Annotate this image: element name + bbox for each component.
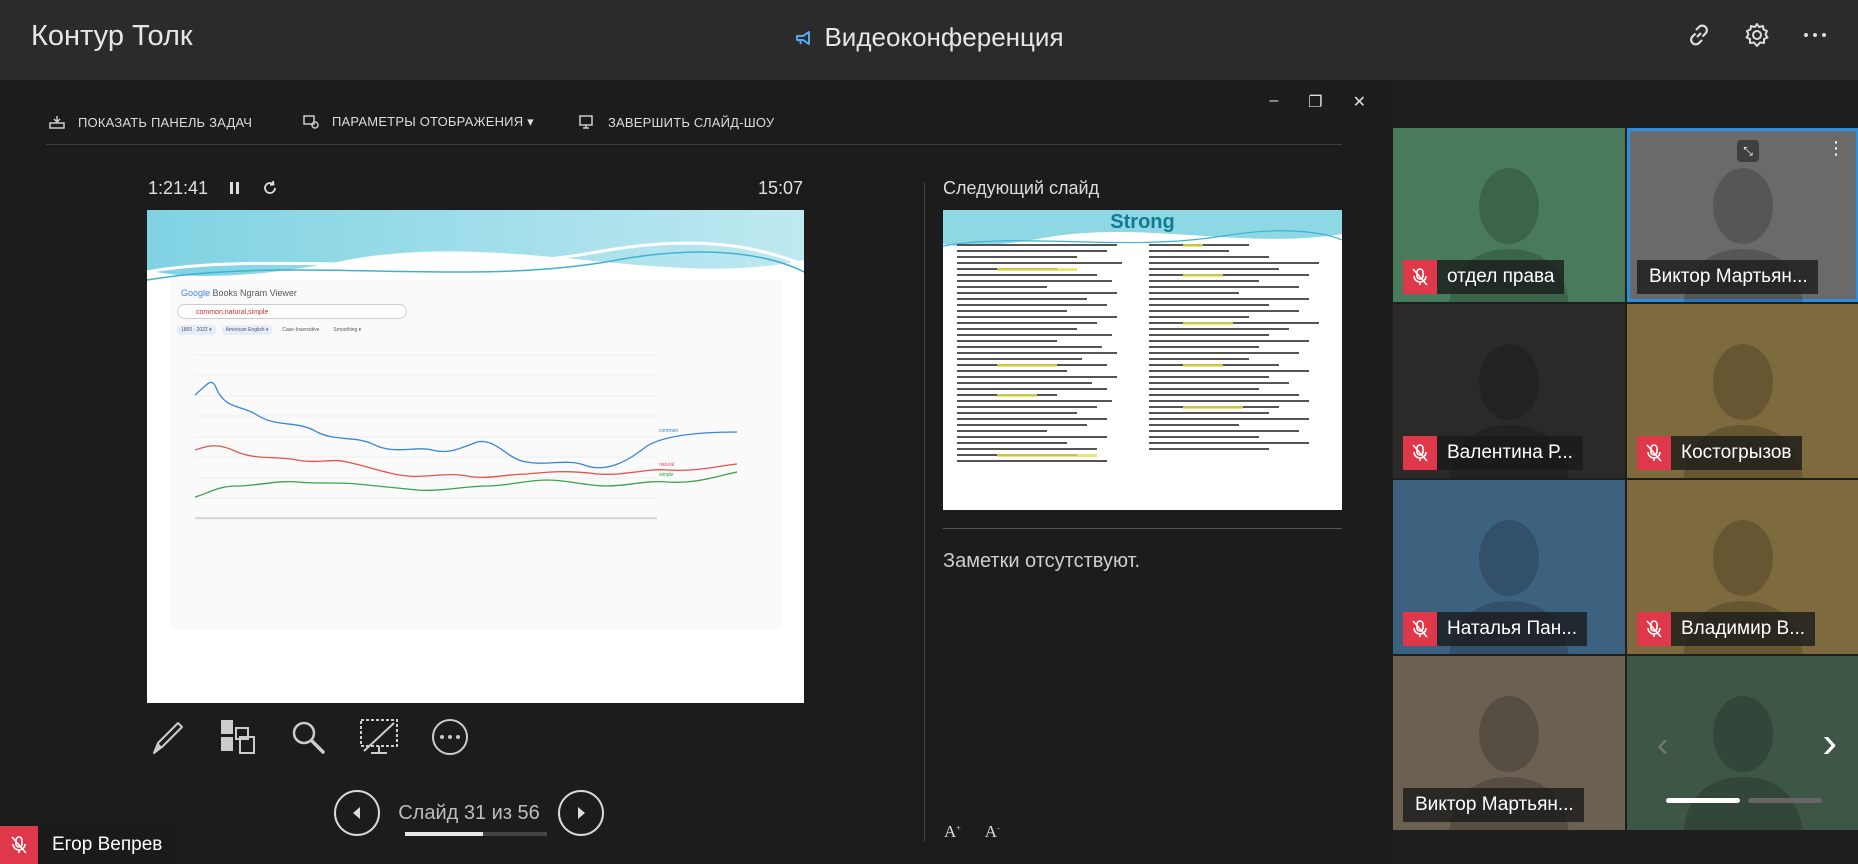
- series-common: [194, 381, 738, 469]
- participant-tag: Валентина Р...: [1403, 436, 1583, 470]
- link-icon[interactable]: [1684, 20, 1714, 50]
- mic-off-icon[interactable]: [0, 826, 38, 864]
- clock: 15:07: [758, 178, 804, 198]
- participant-name: Виктор Мартьян...: [1403, 788, 1584, 822]
- legend-simple: simple: [659, 472, 674, 478]
- black-screen-icon[interactable]: [358, 717, 400, 757]
- chevron-right-icon: [578, 807, 585, 819]
- panel-divider: [924, 182, 925, 842]
- participant-tag: Наталья Пан...: [1403, 612, 1588, 646]
- series-natural: [194, 445, 738, 479]
- notes-text: Заметки отсутствуют.: [943, 550, 1141, 572]
- participant-name: отдел права: [1437, 260, 1565, 294]
- self-name: Егор Вепрев: [38, 826, 177, 864]
- prev-slide-button[interactable]: [334, 790, 380, 836]
- participant-tile[interactable]: отдел права: [1393, 128, 1625, 302]
- minimize-icon[interactable]: –: [1269, 92, 1278, 112]
- self-tag: Егор Вепрев: [0, 826, 177, 864]
- participant-tile[interactable]: ‹ ›: [1627, 656, 1858, 830]
- avatar: [1678, 682, 1808, 830]
- minimize-video-icon[interactable]: ⤡: [1737, 140, 1759, 162]
- restore-icon[interactable]: ❐: [1308, 92, 1322, 112]
- participant-tile[interactable]: Костогрызов: [1627, 304, 1858, 478]
- presenter-view: – ❐ ✕ ПОКАЗАТЬ ПАНЕЛЬ ЗАДАЧ ПАРАМЕТРЫ ОТ…: [0, 80, 1390, 864]
- end-slideshow-button[interactable]: ЗАВЕРШИТЬ СЛАЙД-ШОУ: [578, 114, 774, 130]
- participant-name: Владимир В...: [1671, 612, 1816, 646]
- participant-grid: отдел права Виктор Мартьян... ⋮ ⤡ Валентина …: [1393, 128, 1858, 830]
- end-slideshow-icon: [579, 115, 593, 129]
- more-icon[interactable]: [1800, 20, 1830, 50]
- next-slide-button[interactable]: [558, 790, 604, 836]
- slide-counter: Слайд 31 из 56: [398, 801, 540, 824]
- megaphone-icon: [794, 24, 814, 55]
- participant-name: Валентина Р...: [1437, 436, 1583, 470]
- legend-natural: natural: [659, 462, 674, 468]
- taskbar-icon: [49, 116, 65, 129]
- next-slide-label: Следующий слайд: [943, 178, 1100, 198]
- participant-name: Костогрызов: [1671, 436, 1802, 470]
- participant-tag: Костогрызов: [1637, 436, 1802, 470]
- participant-tile[interactable]: Владимир В...: [1627, 480, 1858, 654]
- pen-icon[interactable]: [148, 717, 188, 757]
- elapsed-timer: 1:21:41: [148, 178, 209, 198]
- participant-tile[interactable]: Валентина Р...: [1393, 304, 1625, 478]
- current-slide: Google Books Ngram Viewer common,natural…: [147, 210, 804, 703]
- mic-off-icon: [1637, 612, 1671, 646]
- chevron-right-icon[interactable]: ›: [1822, 718, 1837, 768]
- grid-pager[interactable]: [1666, 798, 1822, 803]
- mic-off-icon: [1403, 436, 1437, 470]
- decrease-font-icon[interactable]: A-: [985, 822, 1000, 842]
- next-slide-wave: [943, 210, 1342, 462]
- next-slide-thumbnail[interactable]: Strong: [943, 210, 1342, 510]
- restart-icon[interactable]: [262, 180, 278, 201]
- gear-icon[interactable]: [1742, 20, 1772, 50]
- slide-progress-fill: [405, 832, 484, 836]
- tile-menu-icon[interactable]: ⋮: [1827, 138, 1845, 159]
- show-taskbar-button[interactable]: ПОКАЗАТЬ ПАНЕЛЬ ЗАДАЧ: [48, 114, 252, 130]
- mic-off-icon: [1403, 612, 1437, 646]
- all-slides-icon[interactable]: [218, 717, 258, 757]
- participant-tile[interactable]: Наталья Пан...: [1393, 480, 1625, 654]
- zoom-icon[interactable]: [288, 717, 328, 757]
- mic-off-icon: [1637, 436, 1671, 470]
- mic-off-icon: [1403, 260, 1437, 294]
- participant-tag: Виктор Мартьян...: [1637, 260, 1818, 294]
- participant-tile[interactable]: Виктор Мартьян... ⋮ ⤡: [1627, 128, 1858, 302]
- slide-navigation: Слайд 31 из 56: [334, 790, 604, 836]
- next-slide-title: Strong: [1110, 211, 1175, 233]
- legend-common: common: [659, 428, 678, 434]
- ngram-chart: common natural simple: [194, 354, 738, 520]
- participant-tile[interactable]: Виктор Мартьян...: [1393, 656, 1625, 830]
- increase-font-icon[interactable]: A+: [944, 822, 961, 842]
- chevron-left-icon: [353, 807, 360, 819]
- slide-progress-bar: [405, 832, 547, 836]
- participant-tag: Виктор Мартьян...: [1403, 788, 1584, 822]
- display-settings-icon: [303, 115, 319, 129]
- more-options-icon[interactable]: [430, 717, 470, 757]
- display-settings-button[interactable]: ПАРАМЕТРЫ ОТОБРАЖЕНИЯ ▾: [302, 114, 534, 130]
- conference-title-text: Видеоконференция: [824, 22, 1064, 52]
- top-bar: Контур Толк Видеоконференция: [0, 0, 1858, 80]
- participant-tag: Владимир В...: [1637, 612, 1816, 646]
- conference-title: Видеоконференция: [0, 22, 1858, 55]
- participant-name: Виктор Мартьян...: [1637, 260, 1818, 294]
- participant-name: Наталья Пан...: [1437, 612, 1588, 646]
- pager-dot[interactable]: [1748, 798, 1822, 803]
- presenter-toolbar: ПОКАЗАТЬ ПАНЕЛЬ ЗАДАЧ ПАРАМЕТРЫ ОТОБРАЖЕ…: [46, 110, 1342, 145]
- participant-tag: отдел права: [1403, 260, 1565, 294]
- chevron-left-icon[interactable]: ‹: [1657, 726, 1668, 765]
- close-icon[interactable]: ✕: [1353, 92, 1366, 112]
- pager-dot-active[interactable]: [1666, 798, 1740, 803]
- notes-divider: [943, 528, 1342, 529]
- pause-icon[interactable]: [228, 180, 242, 201]
